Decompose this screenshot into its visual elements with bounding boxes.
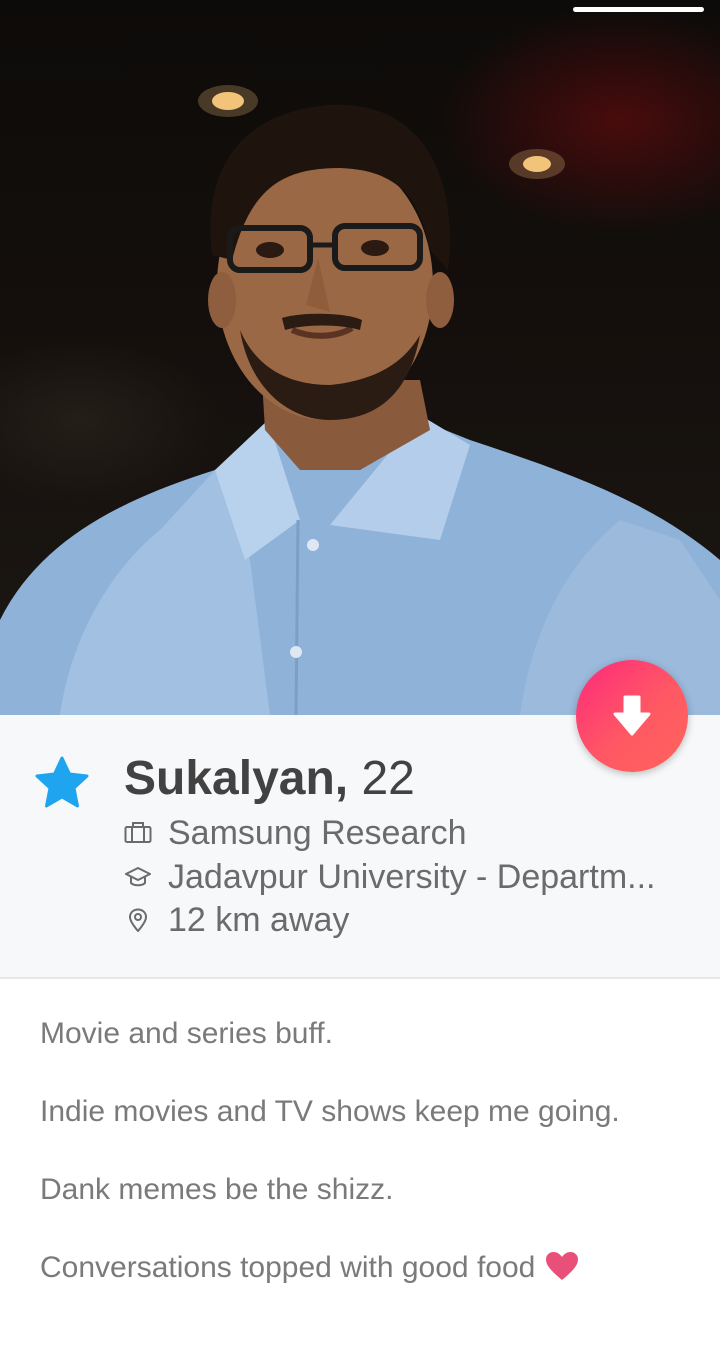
star-icon[interactable] [34,756,90,808]
collapse-profile-button[interactable] [576,660,688,772]
home-indicator [573,7,704,12]
bio-line: Dank memes be the shizz. [40,1173,394,1206]
distance-text: 12 km away [168,901,350,939]
location-pin-icon [128,908,148,932]
bio-line-last: Conversations topped with good food [40,1248,579,1288]
bio-line: Indie movies and TV shows keep me going. [40,1095,620,1128]
arrow-down-icon [613,695,651,736]
profile-photo[interactable] [0,0,720,715]
bio-line: Conversations topped with good food [40,1251,536,1284]
graduation-cap-icon [125,867,151,887]
profile-photo-illustration [0,85,720,715]
profile-age: 22 [361,752,415,805]
heart-icon [546,1252,579,1281]
profile-name-age: Sukalyan, 22 [124,748,415,810]
school-text: Jadavpur University - Departm... [168,858,656,896]
profile-name: Sukalyan, [124,752,349,805]
briefcase-icon [124,822,152,843]
bio-line: Movie and series buff. [40,1017,333,1050]
job-text: Samsung Research [168,814,467,852]
